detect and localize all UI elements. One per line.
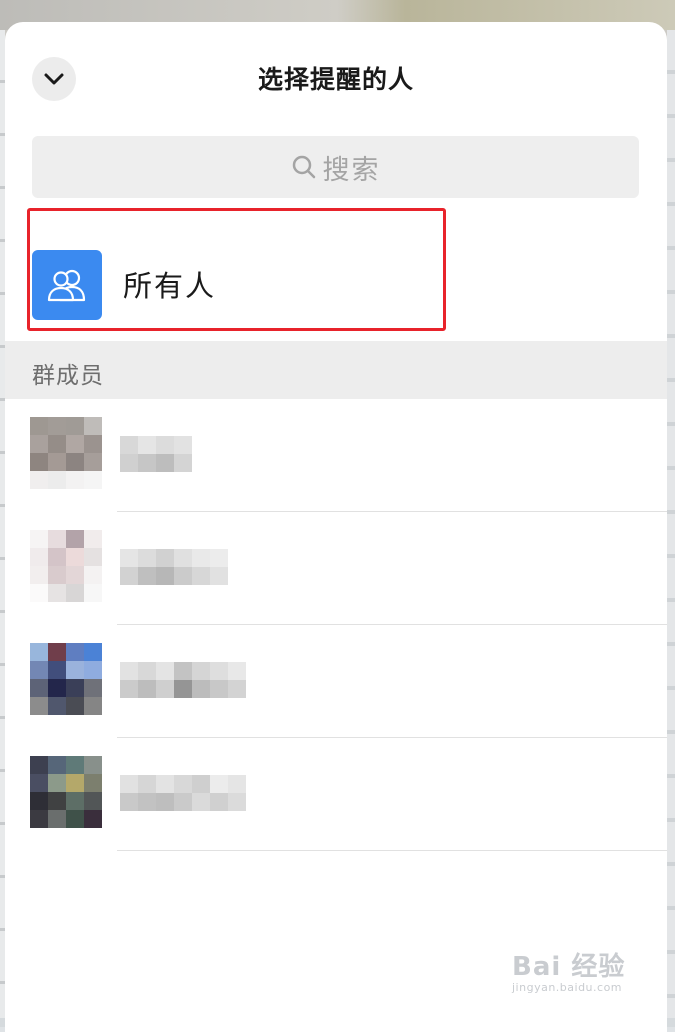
watermark: Bai 经验 jingyan.baidu.com: [512, 946, 625, 994]
row-divider: [117, 850, 667, 851]
section-label: 群成员: [32, 363, 104, 389]
background-right-edge: [667, 30, 675, 1027]
member-name-pixelated: [120, 549, 228, 585]
search-placeholder: 搜索: [322, 154, 381, 186]
member-list-item[interactable]: [5, 738, 667, 851]
member-name-pixelated: [120, 775, 246, 811]
member-name-pixelated: [120, 436, 192, 472]
member-list: [5, 399, 667, 851]
avatar: [30, 417, 102, 507]
watermark-url: jingyan.baidu.com: [512, 981, 623, 994]
search-icon: [292, 155, 315, 179]
section-header-group-members: 群成员: [5, 341, 667, 399]
member-list-item[interactable]: [5, 512, 667, 625]
member-name-pixelated: [120, 662, 246, 698]
member-list-item[interactable]: [5, 399, 667, 512]
highlight-annotation: [27, 208, 446, 331]
page-title: 选择提醒的人: [257, 65, 414, 94]
search-input[interactable]: 搜索: [32, 136, 639, 198]
mention-picker-sheet: 选择提醒的人 搜索 所有人 群成员: [5, 22, 667, 1032]
avatar: [30, 643, 102, 733]
watermark-logo-text: Bai 经验: [512, 952, 626, 982]
avatar: [30, 530, 102, 620]
member-list-item[interactable]: [5, 625, 667, 738]
avatar: [30, 756, 102, 846]
